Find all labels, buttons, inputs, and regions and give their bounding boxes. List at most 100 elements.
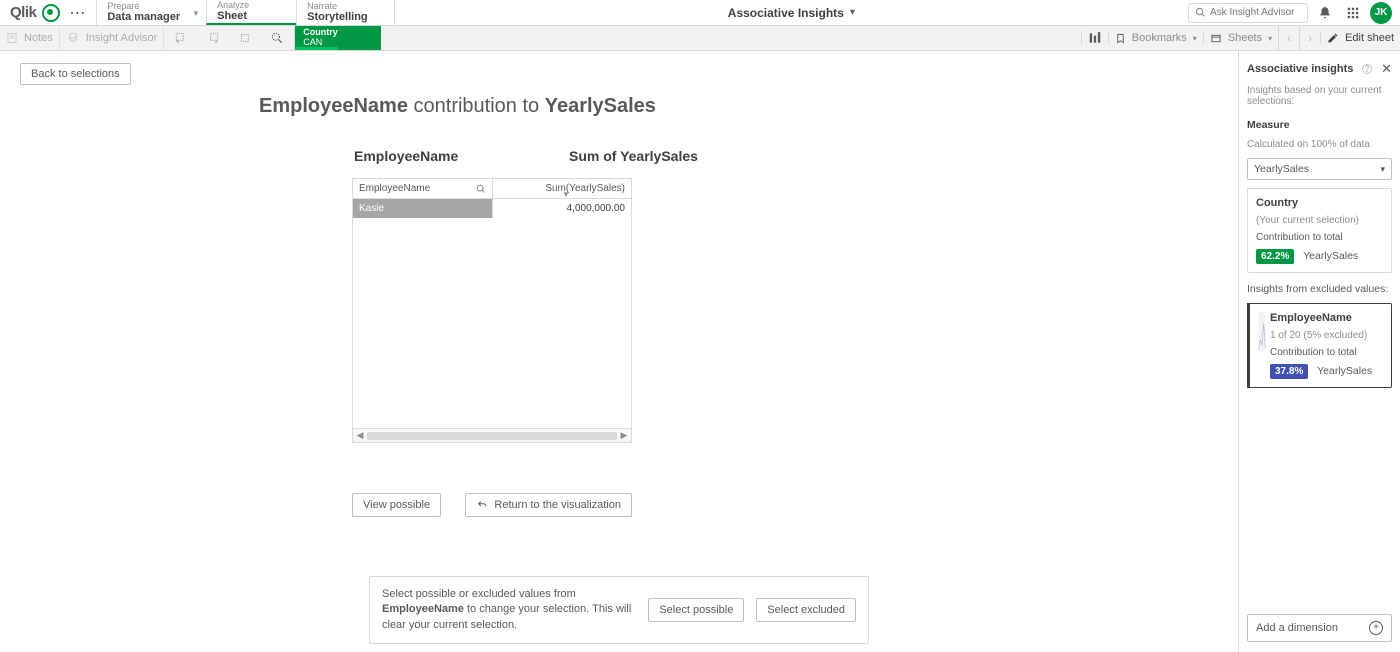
bookmarks-button[interactable]: Bookmarks ▾ xyxy=(1108,32,1203,44)
table-actions: View possible Return to the visualizatio… xyxy=(352,493,632,517)
return-to-viz-button[interactable]: Return to the visualization xyxy=(465,493,632,517)
nav-tab-top: Narrate xyxy=(307,2,368,12)
search-input[interactable] xyxy=(1210,7,1300,18)
pct-badge: 37.8% xyxy=(1270,364,1308,379)
cell-value: 4,000,000.00 xyxy=(493,199,631,218)
help-icon[interactable] xyxy=(1361,63,1373,75)
card-measure: YearlySales xyxy=(1317,365,1372,377)
card-contrib-label: Contribution to total xyxy=(1256,232,1383,243)
insight-card-country[interactable]: Country (Your current selection) Contrib… xyxy=(1247,188,1392,273)
bookmarks-label: Bookmarks xyxy=(1132,32,1187,44)
table-empty-area xyxy=(353,218,631,428)
return-label: Return to the visualization xyxy=(494,499,621,511)
edit-sheet-button[interactable]: Edit sheet xyxy=(1320,32,1400,44)
chevron-down-icon: ▾ xyxy=(1380,164,1385,175)
table-row[interactable]: Kasie 4,000,000.00 xyxy=(353,199,631,218)
panel-title: Associative insights xyxy=(1247,63,1353,75)
add-dimension-button[interactable]: Add a dimension + xyxy=(1247,614,1392,642)
plus-icon: + xyxy=(1369,621,1383,635)
nav-tab-analyze[interactable]: Analyze Sheet xyxy=(206,0,296,25)
measure-sub: Calculated on 100% of data xyxy=(1247,139,1392,150)
content-area: Back to selections EmployeeName contribu… xyxy=(0,51,1238,652)
select-excluded-button[interactable]: Select excluded xyxy=(756,598,856,622)
table-header-cell[interactable]: Sum(YearlySales) ▼ xyxy=(493,179,631,198)
measure-value: YearlySales xyxy=(1254,163,1309,175)
chevron-down-icon: ▾ xyxy=(1193,34,1197,43)
heading-mid: contribution to xyxy=(408,95,545,117)
insight-search[interactable] xyxy=(1188,3,1308,23)
heading-measure: YearlySales xyxy=(545,95,656,117)
selection-value: CAN xyxy=(303,38,373,48)
card-title: Country xyxy=(1256,197,1383,209)
table-header: EmployeeName Sum(YearlySales) ▼ xyxy=(353,179,631,199)
scroll-right-icon[interactable]: ▶ xyxy=(617,430,631,441)
panel-subtitle: Insights based on your current selection… xyxy=(1247,85,1392,107)
insight-advisor-label: Insight Advisor xyxy=(86,32,158,44)
chevron-down-icon: ▾ xyxy=(1268,34,1272,43)
view-possible-button[interactable]: View possible xyxy=(352,493,441,517)
table-scrollbar[interactable]: ◀ ▶ xyxy=(353,428,631,442)
next-sheet-button[interactable]: › xyxy=(1299,26,1320,50)
logo-text: Qlik xyxy=(10,4,36,21)
nav-tab-top: Analyze xyxy=(217,1,270,11)
insight-advisor-button[interactable]: Insight Advisor xyxy=(60,26,165,50)
th-label: Sum(YearlySales) xyxy=(545,183,625,194)
clear-selections-icon[interactable] xyxy=(234,27,256,49)
card-contrib-label: Contribution to total xyxy=(1270,347,1383,358)
add-dim-label: Add a dimension xyxy=(1256,622,1338,634)
search-icon[interactable] xyxy=(476,184,486,194)
page-heading: EmployeeName contribution to YearlySales xyxy=(259,95,979,118)
scroll-left-icon[interactable]: ◀ xyxy=(353,430,367,441)
top-center: Associative Insights ▾ xyxy=(395,0,1188,25)
selection-forward-icon[interactable] xyxy=(202,27,224,49)
app-menu-icon[interactable]: ⋯ xyxy=(66,2,88,24)
heading-field: EmployeeName xyxy=(259,95,408,117)
th-label: EmployeeName xyxy=(359,183,430,194)
column-headers: EmployeeName Sum of YearlySales xyxy=(259,148,979,164)
select-possible-button[interactable]: Select possible xyxy=(648,598,744,622)
nav-tab-prepare[interactable]: Prepare Data manager ▾ xyxy=(96,0,206,25)
pct-badge: 62.2% xyxy=(1256,249,1294,264)
associative-insights-panel: Associative insights ✕ Insights based on… xyxy=(1238,51,1400,652)
content-inner: EmployeeName contribution to YearlySales… xyxy=(259,95,979,517)
edit-sheet-label: Edit sheet xyxy=(1345,32,1394,44)
close-icon[interactable]: ✕ xyxy=(1381,61,1392,77)
selection-tag-country[interactable]: Country CAN xyxy=(295,26,381,50)
footer-message: Select possible or excluded values from … xyxy=(382,587,636,633)
logo-icon xyxy=(42,4,60,22)
col-header-2: Sum of YearlySales xyxy=(459,148,979,164)
nav-tab-top: Prepare xyxy=(107,2,180,12)
selection-back-icon[interactable] xyxy=(170,27,192,49)
back-to-selections-button[interactable]: Back to selections xyxy=(20,63,131,85)
notes-button[interactable]: Notes xyxy=(0,26,60,50)
table-header-cell[interactable]: EmployeeName xyxy=(353,179,493,198)
toolbar: Notes Insight Advisor Country CAN Bookma… xyxy=(0,26,1400,51)
notes-label: Notes xyxy=(24,32,53,44)
chevron-down-icon[interactable]: ▾ xyxy=(850,7,855,18)
sheets-label: Sheets xyxy=(1228,32,1262,44)
card-contrib-value: 62.2% YearlySales xyxy=(1256,249,1383,264)
nav-tabs: Prepare Data manager ▾ Analyze Sheet Nar… xyxy=(96,0,394,25)
sheets-button[interactable]: Sheets ▾ xyxy=(1203,32,1278,44)
scroll-track[interactable] xyxy=(367,432,617,440)
bell-icon[interactable] xyxy=(1314,2,1336,24)
footer-field: EmployeeName xyxy=(382,603,464,615)
insight-card-employeename[interactable]: EmployeeName 1 of 20 (5% excluded) Contr… xyxy=(1247,303,1392,388)
apps-grid-icon[interactable] xyxy=(1342,2,1364,24)
top-app-bar: Qlik ⋯ Prepare Data manager ▾ Analyze Sh… xyxy=(0,0,1400,26)
nav-tab-narrate[interactable]: Narrate Storytelling xyxy=(296,0,395,25)
prev-sheet-button[interactable]: ‹ xyxy=(1278,26,1299,50)
panel-header: Associative insights ✕ xyxy=(1247,61,1392,77)
selections-tool-icon[interactable] xyxy=(1081,31,1108,45)
card-contrib-value: 37.8% YearlySales xyxy=(1270,364,1383,379)
avatar[interactable]: JK xyxy=(1370,2,1392,24)
chevron-down-icon: ▾ xyxy=(194,8,199,19)
measure-select[interactable]: YearlySales ▾ xyxy=(1247,158,1392,180)
excluded-section-label: Insights from excluded values: xyxy=(1247,283,1392,295)
mini-chart-icon xyxy=(1256,312,1268,352)
footer-pre: Select possible or excluded values from xyxy=(382,588,576,600)
main: Back to selections EmployeeName contribu… xyxy=(0,51,1400,652)
top-right: JK xyxy=(1188,0,1400,25)
card-title: EmployeeName xyxy=(1270,312,1383,324)
smart-search-icon[interactable] xyxy=(266,27,288,49)
